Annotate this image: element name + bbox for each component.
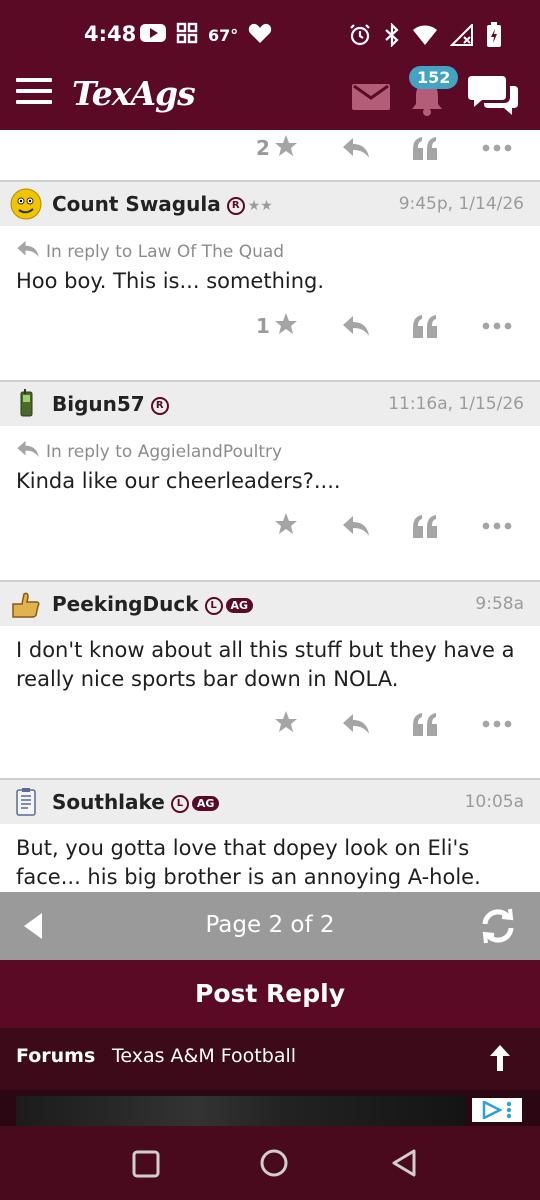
username[interactable]: PeekingDuck	[52, 592, 199, 616]
status-bar: 4:48 67°	[0, 0, 540, 68]
reply-arrow-icon[interactable]	[342, 512, 370, 540]
pagination-bar: Page 2 of 2	[0, 892, 540, 960]
post-time: 10:05a	[464, 792, 524, 812]
rank-badge: R	[150, 396, 169, 415]
mail-icon[interactable]	[352, 84, 390, 114]
reply-to-text: In reply to AggielandPoultry	[46, 441, 283, 462]
star-icon	[274, 710, 298, 739]
post-header: Southlake L AG 10:05a	[0, 778, 540, 824]
post-time: 11:16a, 1/15/26	[388, 394, 524, 414]
post-body: I don't know about all this stuff but th…	[0, 626, 540, 694]
like-count: 1	[256, 314, 270, 338]
like-button[interactable]: 1	[256, 312, 298, 340]
post-reply-button[interactable]: Post Reply	[0, 960, 540, 1028]
like-button[interactable]	[274, 710, 298, 738]
status-temperature: 67°	[208, 25, 239, 45]
reply-arrow-icon[interactable]	[342, 710, 370, 738]
ad-banner[interactable]	[0, 1090, 540, 1126]
signal-icon	[449, 22, 474, 50]
more-options-icon[interactable]	[482, 512, 512, 540]
like-button[interactable]	[274, 512, 298, 540]
reply-to-text: In reply to Law Of The Quad	[46, 241, 285, 262]
page-indicator: Page 2 of 2	[205, 912, 335, 938]
post-actions: 2	[0, 130, 540, 180]
post-text: Kinda like our cheerleaders?....	[16, 469, 341, 493]
user-stars: ★★	[247, 197, 273, 214]
post-body: In reply to Law Of The Quad Hoo boy. Thi…	[0, 226, 540, 296]
post-actions: 1	[0, 296, 540, 366]
heart-icon	[248, 22, 272, 48]
bluetooth-icon	[384, 22, 400, 51]
rank-badge: L	[204, 596, 223, 615]
post-body: But, you gotta love that dopey look on E…	[0, 824, 540, 892]
post-header: PeekingDuck L AG 9:58a	[0, 580, 540, 626]
star-icon	[274, 512, 298, 541]
alarm-icon	[348, 23, 372, 51]
posts-list: 2 Count Swagula R ★★ 9:45p, 1/14/26 In rep…	[0, 130, 540, 892]
ad-choices-icon[interactable]	[472, 1098, 522, 1122]
star-icon	[274, 312, 298, 341]
site-logo[interactable]: TexAgs	[72, 74, 196, 113]
refresh-icon[interactable]	[478, 906, 518, 950]
star-icon	[274, 134, 298, 163]
more-options-icon[interactable]	[482, 134, 512, 162]
reply-arrow-icon[interactable]	[342, 134, 370, 162]
post-actions	[0, 496, 540, 566]
ag-badge: AG	[191, 796, 220, 811]
back-icon[interactable]	[390, 1148, 418, 1182]
reply-arrow-small-icon	[16, 440, 40, 463]
more-options-icon[interactable]	[482, 710, 512, 738]
wifi-icon	[412, 24, 438, 50]
user-avatar[interactable]	[10, 588, 42, 620]
post-text: Hoo boy. This is... something.	[16, 269, 325, 293]
reply-to-link[interactable]: In reply to Law Of The Quad	[16, 240, 524, 263]
home-icon[interactable]	[259, 1148, 289, 1182]
post-text: I don't know about all this stuff but th…	[16, 638, 515, 691]
status-time: 4:48	[84, 22, 137, 46]
username[interactable]: Count Swagula	[52, 192, 221, 216]
more-options-icon[interactable]	[482, 312, 512, 340]
username[interactable]: Southlake	[52, 790, 165, 814]
grid-app-icon	[176, 22, 198, 48]
ad-image[interactable]	[16, 1096, 466, 1126]
post-time: 9:58a	[475, 594, 524, 614]
user-avatar[interactable]	[10, 786, 42, 818]
post-time: 9:45p, 1/14/26	[398, 194, 524, 214]
reply-arrow-small-icon	[16, 240, 40, 263]
quote-icon[interactable]	[412, 134, 438, 162]
quote-icon[interactable]	[412, 512, 438, 540]
post-text: But, you gotta love that dopey look on E…	[16, 836, 481, 889]
like-count: 2	[256, 136, 270, 160]
recent-apps-icon[interactable]	[132, 1150, 160, 1182]
breadcrumb-current-forum[interactable]: Texas A&M Football	[112, 1045, 296, 1067]
quote-icon[interactable]	[412, 710, 438, 738]
post-actions	[0, 694, 540, 764]
reply-to-link[interactable]: In reply to AggielandPoultry	[16, 440, 524, 463]
user-avatar[interactable]	[10, 388, 42, 420]
notification-count-badge[interactable]: 152	[409, 66, 459, 89]
messages-chat-icon[interactable]	[468, 74, 518, 120]
reply-arrow-icon[interactable]	[342, 312, 370, 340]
user-avatar[interactable]	[10, 188, 42, 220]
hamburger-menu-icon[interactable]	[16, 78, 52, 106]
rank-badge: R	[226, 196, 245, 215]
post-header: Count Swagula R ★★ 9:45p, 1/14/26	[0, 180, 540, 226]
battery-icon	[486, 22, 502, 52]
rank-badge: L	[170, 794, 189, 813]
post-body: In reply to AggielandPoultry Kinda like …	[0, 426, 540, 496]
breadcrumb-forums[interactable]: Forums	[16, 1045, 95, 1067]
post-header: Bigun57 R 11:16a, 1/15/26	[0, 380, 540, 426]
youtube-icon	[140, 23, 166, 47]
quote-icon[interactable]	[412, 312, 438, 340]
breadcrumb: Forums Texas A&M Football	[0, 1028, 540, 1090]
username[interactable]: Bigun57	[52, 392, 145, 416]
scroll-to-top-icon[interactable]	[488, 1044, 512, 1076]
like-button[interactable]: 2	[256, 134, 298, 162]
app-header: TexAgs 152	[0, 60, 540, 132]
system-navigation-bar	[0, 1126, 540, 1200]
ag-badge: AG	[225, 598, 254, 613]
